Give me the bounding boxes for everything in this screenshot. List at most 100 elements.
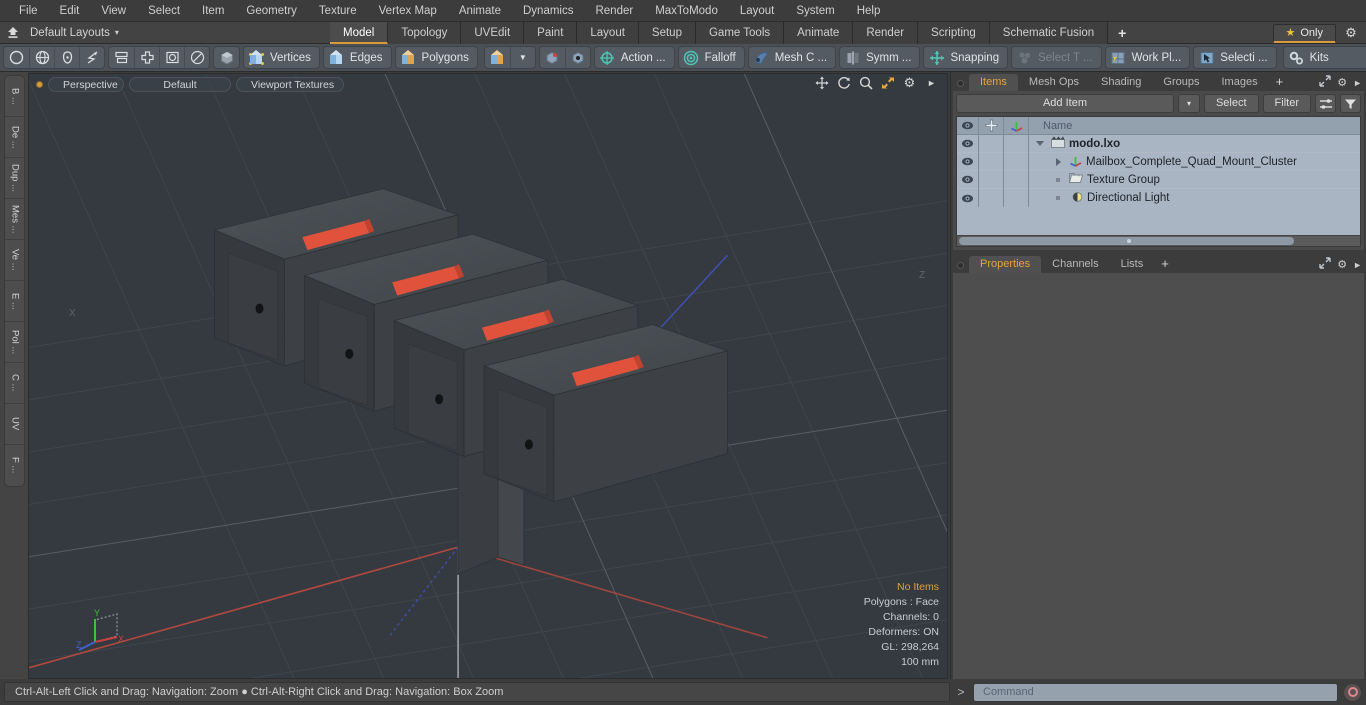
- item-row-texture-group[interactable]: Texture Group: [1029, 172, 1360, 187]
- gear-icon[interactable]: ⚙: [1340, 25, 1362, 41]
- menu-item-dynamics[interactable]: Dynamics: [512, 0, 584, 22]
- row-transform-cell[interactable]: [1004, 152, 1029, 171]
- expand-icon[interactable]: [1319, 75, 1331, 90]
- menu-item-select[interactable]: Select: [137, 0, 191, 22]
- tab-items[interactable]: Items: [969, 74, 1018, 91]
- menu-item-layout[interactable]: Layout: [729, 0, 786, 22]
- fit-icon[interactable]: [880, 75, 895, 91]
- tab-game-tools[interactable]: Game Tools: [695, 22, 785, 44]
- tab-schematic-fusion[interactable]: Schematic Fusion: [989, 22, 1109, 44]
- menu-item-vertex-map[interactable]: Vertex Map: [368, 0, 448, 22]
- menu-item-help[interactable]: Help: [846, 0, 892, 22]
- row-transform-cell[interactable]: [1004, 134, 1029, 153]
- menu-item-texture[interactable]: Texture: [308, 0, 368, 22]
- viewport-style-pill[interactable]: Default: [129, 76, 231, 92]
- row-lock-cell[interactable]: [979, 170, 1004, 189]
- items-list-empty-space[interactable]: [957, 207, 1360, 235]
- row-lock-cell[interactable]: [979, 189, 1004, 207]
- cube-blue-icon[interactable]: [485, 47, 510, 68]
- tab-mesh-ops[interactable]: Mesh Ops: [1017, 74, 1091, 91]
- tab-scripting[interactable]: Scripting: [918, 22, 990, 44]
- item-row-scene[interactable]: modo.lxo: [1029, 136, 1360, 151]
- menu-item-maxtomodo[interactable]: MaxToModo: [644, 0, 729, 22]
- menu-item-view[interactable]: View: [90, 0, 137, 22]
- left-tab-duplicate[interactable]: Dup ...: [4, 158, 24, 199]
- items-list[interactable]: Name modo.lxo Mailbox_Complete_Quad_Moun…: [956, 116, 1361, 247]
- tab-setup[interactable]: Setup: [638, 22, 696, 44]
- select-button[interactable]: Select: [1203, 94, 1259, 113]
- lasso-icon[interactable]: [79, 47, 104, 68]
- row-lock-cell[interactable]: [979, 134, 1004, 153]
- menu-item-animate[interactable]: Animate: [448, 0, 512, 22]
- snapping-button[interactable]: Snapping: [923, 46, 1009, 69]
- mirror-icon[interactable]: [109, 47, 134, 68]
- record-icon[interactable]: [1343, 682, 1362, 702]
- left-tab-uv[interactable]: UV: [4, 404, 24, 445]
- left-tab-mesh[interactable]: Mes ...: [4, 199, 24, 240]
- tab-lists[interactable]: Lists: [1109, 256, 1155, 273]
- pan-icon[interactable]: [814, 75, 829, 91]
- tab-channels[interactable]: Channels: [1041, 256, 1110, 273]
- chevron-right-icon[interactable]: ►: [1353, 78, 1362, 88]
- rotate-icon[interactable]: [836, 75, 851, 91]
- only-toggle-button[interactable]: ★ Only: [1272, 23, 1336, 43]
- left-tab-fusion[interactable]: F ...: [5, 445, 24, 486]
- row-visibility-toggle[interactable]: [957, 189, 979, 207]
- row-lock-cell[interactable]: [979, 152, 1004, 171]
- center-pivot-icon[interactable]: [564, 47, 590, 68]
- menu-item-edit[interactable]: Edit: [49, 0, 91, 22]
- center-icon[interactable]: [134, 47, 159, 68]
- table-row[interactable]: Texture Group: [957, 170, 1360, 189]
- left-tab-polygon[interactable]: Pol ...: [4, 322, 24, 363]
- properties-panel-body[interactable]: [953, 273, 1364, 679]
- selection-mode-polygons[interactable]: Polygons: [394, 46, 478, 69]
- tab-topology[interactable]: Topology: [388, 22, 462, 44]
- box-outline-icon[interactable]: [159, 47, 184, 68]
- tab-properties[interactable]: Properties: [969, 256, 1042, 273]
- viewport-projection-pill[interactable]: Perspective: [48, 76, 124, 92]
- tab-animate[interactable]: Animate: [784, 22, 854, 44]
- selection-mode-vertices[interactable]: Vertices: [243, 46, 320, 69]
- gear-icon[interactable]: ⚙: [1337, 76, 1347, 89]
- chevron-down-icon[interactable]: ▾: [115, 28, 119, 37]
- cube-gray-icon[interactable]: [214, 47, 239, 68]
- items-list-hscrollbar[interactable]: [957, 235, 1360, 246]
- row-visibility-toggle[interactable]: [957, 152, 979, 171]
- mesh-constraint-button[interactable]: Mesh C ...: [747, 46, 837, 69]
- item-row-mesh[interactable]: Mailbox_Complete_Quad_Mount_Cluster: [1029, 154, 1360, 170]
- menu-item-item[interactable]: Item: [191, 0, 235, 22]
- kits-button[interactable]: Kits: [1282, 46, 1366, 69]
- symmetry-button[interactable]: Symm ...: [839, 46, 921, 69]
- left-tab-deform[interactable]: De ...: [4, 117, 24, 158]
- tab-groups[interactable]: Groups: [1152, 74, 1211, 91]
- action-center-button[interactable]: Action ...: [593, 46, 675, 69]
- left-tab-vertex[interactable]: Ve ...: [4, 240, 24, 281]
- left-tab-edge[interactable]: E ...: [4, 281, 24, 322]
- select-through-button[interactable]: Select T ...: [1011, 46, 1102, 69]
- menu-item-render[interactable]: Render: [584, 0, 644, 22]
- tab-render[interactable]: Render: [853, 22, 919, 44]
- ellipse-icon[interactable]: [184, 47, 209, 68]
- work-plane-button[interactable]: Work Pl...: [1104, 46, 1191, 69]
- command-input[interactable]: [973, 682, 1338, 702]
- tab-images[interactable]: Images: [1210, 74, 1269, 91]
- row-transform-cell[interactable]: [1004, 189, 1029, 207]
- table-row[interactable]: modo.lxo: [957, 134, 1360, 153]
- gear-icon[interactable]: ⚙: [1337, 258, 1347, 271]
- viewport-shading-pill[interactable]: Viewport Textures: [236, 76, 344, 92]
- pen-icon[interactable]: [54, 47, 79, 68]
- items-list-hscroll-thumb[interactable]: [959, 237, 1295, 245]
- left-tab-basic[interactable]: B ...: [4, 76, 24, 117]
- add-panel-tab-button[interactable]: +: [1268, 74, 1291, 91]
- tab-paint[interactable]: Paint: [524, 22, 578, 44]
- row-visibility-toggle[interactable]: [957, 170, 979, 189]
- add-properties-tab-button[interactable]: +: [1154, 256, 1176, 273]
- panel-menu-dot[interactable]: [957, 262, 964, 269]
- perspective-viewport[interactable]: Perspective Default Viewport Textures ⚙ …: [28, 73, 948, 679]
- funnel-icon[interactable]: [1340, 94, 1361, 113]
- panel-menu-dot[interactable]: [957, 80, 964, 87]
- tab-uvedit[interactable]: UVEdit: [461, 22, 525, 44]
- add-tab-button[interactable]: +: [1108, 22, 1136, 44]
- menu-item-system[interactable]: System: [785, 0, 845, 22]
- tab-model[interactable]: Model: [330, 22, 389, 44]
